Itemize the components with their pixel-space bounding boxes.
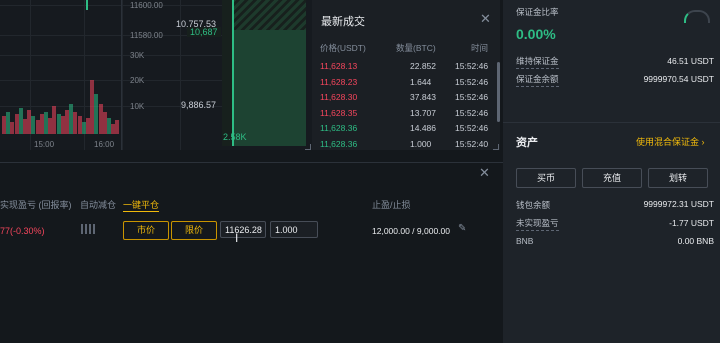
close-qty-input[interactable]: 1.000: [270, 221, 318, 238]
bnb-label: BNB: [516, 236, 534, 246]
candle: [86, 0, 88, 10]
x-axis-label: 16:00: [94, 140, 115, 149]
divider: [503, 122, 720, 123]
trade-time: 15:52:46: [455, 123, 489, 133]
resize-handle[interactable]: [493, 144, 499, 150]
trade-price: 11,628.35: [320, 107, 358, 118]
trade-price: 11,628.36: [320, 138, 358, 149]
trade-time: 15:52:40: [455, 138, 489, 149]
edit-icon[interactable]: ✎: [458, 223, 466, 234]
trade-row: 11,628.23 1.644 15:52:46: [312, 77, 500, 92]
margin-gauge-icon: [684, 10, 710, 23]
bnb-value: 0.00 BNB: [677, 236, 714, 246]
divider: [0, 162, 503, 163]
depth-chart[interactable]: [222, 0, 306, 146]
adl-header: 自动减仓: [80, 200, 117, 210]
trade-qty: 14.486: [410, 123, 436, 133]
y-axis-label: 11600.00: [130, 1, 163, 10]
close-icon[interactable]: ✕: [479, 165, 490, 181]
trade-time: 15:52:46: [455, 92, 489, 102]
trade-row: 11,628.36 1.000 15:52:40: [312, 139, 500, 154]
mixed-margin-link-label: 使用混合保证金: [636, 137, 700, 147]
margin-balance-value: 9999970.54 USDT: [643, 74, 714, 84]
trade-time: 15:52:46: [455, 107, 489, 118]
tpsl-header: 止盈/止损: [372, 200, 411, 210]
close-price-input[interactable]: 11626.28: [220, 221, 266, 238]
depth-price-current: 10,687: [187, 27, 221, 37]
recent-trades-title: 最新成交: [321, 16, 365, 28]
trade-time: 15:52:46: [455, 76, 489, 87]
y-axis-label: 11580.00: [130, 31, 163, 40]
buy-crypto-button[interactable]: 买币: [516, 168, 576, 188]
transfer-button[interactable]: 划转: [648, 168, 708, 188]
adl-indicator-icon: [81, 224, 97, 234]
y-axis-label: 30K: [130, 51, 145, 60]
grid-line: [122, 0, 123, 150]
trade-qty: 1.644: [410, 76, 432, 87]
unrealized-pnl-label: 未实现盈亏: [516, 217, 559, 231]
trade-row: 11,628.36 14.486 15:52:46: [312, 123, 500, 138]
trade-qty: 13.707: [410, 107, 436, 118]
tpsl-value: 12,000.00 / 9,000.00: [372, 226, 450, 236]
margin-ratio-value: 0.00%: [516, 26, 556, 42]
depth-ask-area: [232, 0, 306, 30]
limit-close-button[interactable]: 限价: [171, 221, 217, 240]
scrollbar[interactable]: [497, 62, 500, 122]
wallet-balance-label: 钱包余额: [516, 200, 551, 210]
trade-time: 15:52:46: [455, 61, 489, 71]
trade-price: 11,628.36: [320, 123, 358, 133]
trade-row: 11,628.13 22.852 15:52:46: [312, 61, 500, 76]
axis-divider: [121, 0, 122, 150]
pnl-value: 77(-0.30%): [0, 226, 45, 236]
chevron-right-icon: ›: [701, 137, 705, 147]
column-header-qty: 数量(BTC): [396, 43, 436, 53]
y-axis-label: 20K: [130, 76, 145, 85]
margin-balance-label: 保证金余额: [516, 73, 559, 87]
x-axis-label: 15:00: [34, 140, 55, 149]
trade-qty: 22.852: [410, 61, 436, 71]
assets-title: 资产: [516, 137, 538, 149]
volume-bar: [115, 120, 120, 134]
trade-row: 11,628.30 37.843 15:52:46: [312, 92, 500, 107]
maint-margin-label: 维持保证金: [516, 55, 559, 69]
close-all-button[interactable]: 一键平仓: [123, 198, 160, 212]
unrealized-pnl-header: 实现盈亏 (回报率): [0, 200, 72, 210]
column-header-price: 价格(USDT): [320, 43, 366, 53]
trade-row: 11,628.35 13.707 15:52:46: [312, 108, 500, 123]
trade-price: 11,628.13: [320, 61, 358, 71]
wallet-balance-value: 9999972.31 USDT: [643, 199, 714, 209]
trade-price: 11,628.30: [320, 92, 358, 102]
column-header-time: 时间: [471, 43, 489, 53]
close-icon[interactable]: ✕: [480, 11, 491, 27]
depth-volume: 2.58K: [223, 132, 247, 142]
y-axis-label: 10K: [130, 102, 145, 111]
trade-qty: 37.843: [410, 92, 436, 102]
margin-ratio-label: 保证金比率: [516, 7, 559, 17]
depth-price-mid: 9,886.57: [181, 100, 217, 110]
depth-line: [232, 0, 234, 146]
deposit-button[interactable]: 充值: [582, 168, 642, 188]
trade-qty: 1.000: [410, 138, 432, 149]
unrealized-pnl-value: -1.77 USDT: [669, 218, 714, 228]
text-cursor-icon: I: [235, 231, 239, 245]
mixed-margin-link[interactable]: 使用混合保证金 ›: [636, 135, 705, 148]
market-close-button[interactable]: 市价: [123, 221, 169, 240]
trade-price: 11,628.23: [320, 76, 358, 87]
maint-margin-value: 46.51 USDT: [667, 56, 714, 66]
recent-trades-panel: 最新成交 ✕ 价格(USDT) 数量(BTC) 时间 11,628.13 22.8…: [312, 0, 500, 150]
depth-bid-area: [232, 30, 306, 146]
